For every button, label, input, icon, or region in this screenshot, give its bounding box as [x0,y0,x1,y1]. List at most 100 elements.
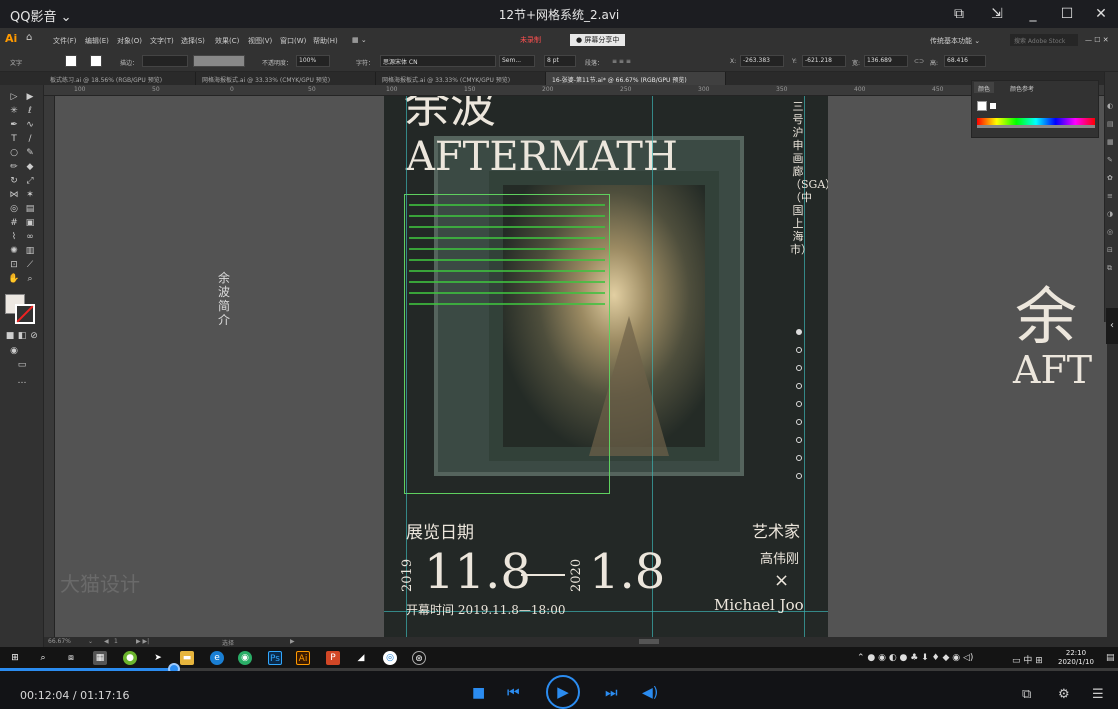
shape-builder-tool-icon[interactable]: ◎ [8,203,20,215]
settings-icon[interactable]: ⚙ [1058,687,1070,702]
artboard-canvas[interactable]: 余波简介 大猫设计 余波 AFTERMATH 三号沪申画廊（SGA （中国上海市… [55,96,1107,637]
tab-doc-2[interactable]: 网格海报板式.ai @ 33.33% (CMYK/GPU 预览) [196,72,376,85]
panel-white-swatch[interactable] [990,103,996,109]
x-field[interactable]: -263.383 [740,55,784,67]
align-icon[interactable]: ⊟ [1107,246,1117,256]
screen-mode-icon[interactable]: ▭ [16,359,28,371]
font-weight-field[interactable]: Sem... [499,55,535,67]
pencil-tool-icon[interactable]: ✏ [8,161,20,173]
next-button[interactable]: ⏭ [605,685,618,701]
scale-tool-icon[interactable]: ⤢ [24,175,36,187]
stroke-weight-field[interactable] [142,55,188,67]
brush-tool-icon[interactable]: ✎ [24,147,36,159]
symbols-icon[interactable]: ✿ [1107,174,1117,184]
play-button[interactable]: ▶ [546,675,580,709]
volume-button[interactable]: ◀) [642,685,658,701]
menu-edit[interactable]: 编辑(E) [85,36,109,46]
menu-type[interactable]: 文字(T) [150,36,174,46]
status-arrow-icon[interactable]: ▶ [290,638,295,645]
artboard-tool-icon[interactable]: ⊡ [8,259,20,271]
previous-button[interactable]: ⏮ [507,685,520,701]
menu-effect[interactable]: 效果(C) [215,36,239,46]
guide-line[interactable] [406,96,407,637]
app-360-icon[interactable]: ● [123,651,137,665]
none-mode-icon[interactable]: ⊘ [28,330,40,342]
powerpoint-icon[interactable]: P [326,651,340,665]
zoom-field[interactable]: 66.67% [48,638,71,645]
close-button[interactable]: ✕ [1090,4,1112,24]
swatches-icon[interactable]: ▦ [1107,138,1117,148]
maximize-button[interactable]: ☐ [1056,4,1078,24]
font-size-field[interactable]: 8 pt [544,55,576,67]
panel-tab-color-guide[interactable]: 颜色参考 [1006,82,1038,93]
type-tool-icon[interactable]: T [8,133,20,145]
tab-doc-1[interactable]: 板式练习.ai @ 18.56% (RGB/GPU 预览) [44,72,196,85]
screen-share-badge[interactable]: ● 屏幕分享中 [570,34,626,46]
horizontal-scroll-thumb[interactable] [639,639,659,644]
tab-doc-active[interactable]: 16-张婆-第11节.ai* @ 66.67% (RGB/GPU 预览) [546,72,726,85]
rotate-tool-icon[interactable]: ↻ [8,175,20,187]
selected-text-frame[interactable] [404,194,610,494]
stop-button[interactable]: ■ [472,685,485,701]
gradient-tool-icon[interactable]: ▣ [24,217,36,229]
align-icons[interactable]: ≡ ≡ ≡ [612,58,631,65]
ellipse-tool-icon[interactable]: ○ [8,147,20,159]
slice-tool-icon[interactable]: ⟋ [24,259,36,271]
variable-width-profile[interactable] [193,55,245,67]
zoom-tool-icon[interactable]: ⌕ [24,273,36,285]
color-mode-icon[interactable]: ■ [4,330,16,342]
transparency-icon[interactable]: ◑ [1107,210,1117,220]
artboard-number[interactable]: 1 [114,638,118,645]
calculator-icon[interactable]: ▦ [93,651,107,665]
width-field[interactable]: 136.689 [864,55,908,67]
blend-tool-icon[interactable]: ∞ [24,231,36,243]
fill-swatch-small[interactable] [65,55,77,67]
pen-tool-icon[interactable]: ✒ [8,119,20,131]
height-field[interactable]: 68.416 [944,55,986,67]
pin-icon[interactable]: ⇲ [986,4,1008,24]
stroke-icon[interactable]: ≡ [1107,192,1117,202]
menu-object[interactable]: 对象(O) [117,36,142,46]
stroke-swatch-small[interactable] [90,55,102,67]
ime-indicator[interactable]: ▭ 中 ⊞ [1012,653,1043,666]
panel-tab-color[interactable]: 颜色 [974,82,995,93]
layers-icon[interactable]: ▤ [1107,120,1117,130]
menu-file[interactable]: 文件(F) [53,36,77,46]
mesh-tool-icon[interactable]: # [8,217,20,229]
symbol-sprayer-tool-icon[interactable]: ✺ [8,245,20,257]
tray-icons[interactable]: ⌃ ● ◉ ◐ ● ♣ ⬇ ♦ ◆ ◉ ◁) [857,653,973,663]
photoshop-icon[interactable]: Ps [268,651,282,665]
send-icon[interactable]: ➤ [151,651,165,665]
window-controls-icon[interactable]: — ☐ ✕ [1085,36,1109,44]
menu-help[interactable]: 帮助(H) [313,36,338,46]
home-icon[interactable]: ⌂ [26,32,38,44]
stroke-color-swatch[interactable] [15,304,35,324]
playlist-icon[interactable]: ☰ [1092,687,1104,702]
search-icon[interactable]: ⌕ [36,651,50,665]
stock-search-input[interactable]: 搜索 Adobe Stock [1010,34,1078,46]
notification-icon[interactable]: ▤ [1106,653,1115,663]
chrome-icon[interactable]: ◎ [383,651,397,665]
panel-collapse-button[interactable]: ‹ [1106,308,1118,344]
width-tool-icon[interactable]: ⋈ [8,189,20,201]
poster-artboard[interactable]: 余波 AFTERMATH 三号沪申画廊（SGA （中国上海市） 展览日期 201… [384,96,828,637]
lasso-tool-icon[interactable]: ℓ [24,105,36,117]
properties-icon[interactable]: ◐ [1107,102,1117,112]
qq-player-icon[interactable]: ⊛ [412,651,426,665]
workspace-switcher[interactable]: 传统基本功能 ⌄ [930,36,980,46]
appearance-icon[interactable]: ◎ [1107,228,1117,238]
panel-fill-swatch[interactable] [977,101,987,111]
illustrator-icon[interactable]: Ai [296,651,310,665]
zoom-dropdown-icon[interactable]: ⌄ [88,638,93,645]
perspective-tool-icon[interactable]: ▤ [24,203,36,215]
artboard-nav-icon[interactable]: ◀ [104,638,109,645]
browser-icon[interactable]: e [210,651,224,665]
brushes-icon[interactable]: ✎ [1107,156,1117,166]
curvature-tool-icon[interactable]: ∿ [24,119,36,131]
minimize-button[interactable]: _ [1022,4,1044,24]
wechat-icon[interactable]: ◉ [238,651,252,665]
color-spectrum[interactable] [977,118,1095,128]
task-view-icon[interactable]: ⧈ [64,651,78,665]
menu-window[interactable]: 窗口(W) [280,36,306,46]
screenshot-icon[interactable]: ⧉ [948,4,970,24]
